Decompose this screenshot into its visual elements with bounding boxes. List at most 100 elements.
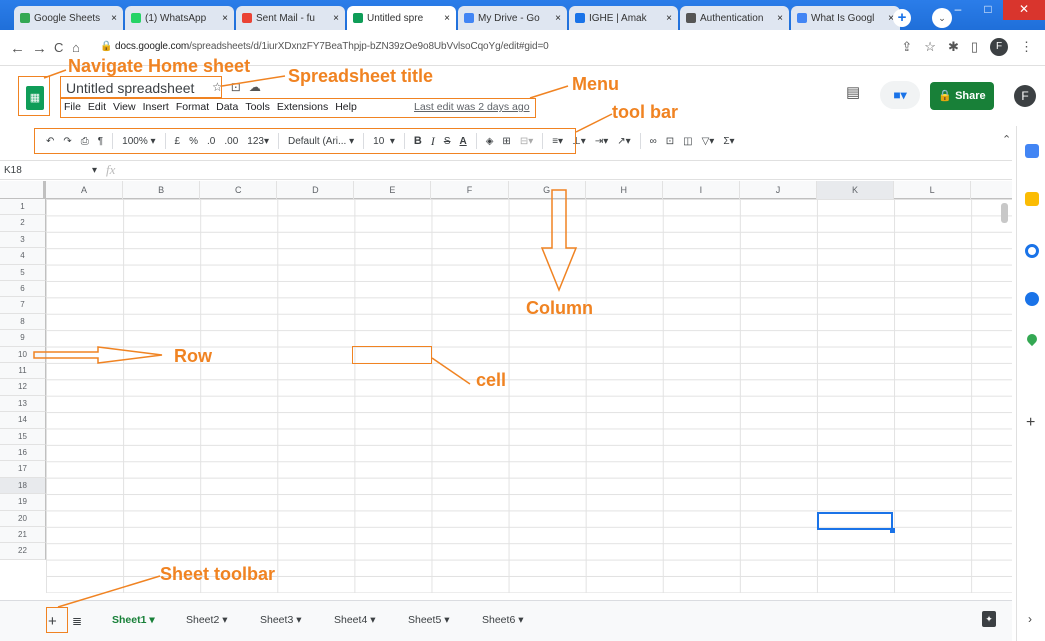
row-header-12[interactable]: 12 xyxy=(0,379,46,396)
row-header-21[interactable]: 21 xyxy=(0,527,46,544)
tab-close-icon[interactable]: × xyxy=(444,13,450,24)
select-all-corner[interactable] xyxy=(0,181,46,199)
tab-close-icon[interactable]: × xyxy=(222,13,228,24)
row-header-2[interactable]: 2 xyxy=(0,215,46,232)
move-folder-icon[interactable]: ⊡ xyxy=(231,80,241,94)
column-header-i[interactable]: I xyxy=(663,181,740,199)
home-icon[interactable]: ⌂ xyxy=(72,40,80,55)
sheet-tab-sheet4[interactable]: Sheet4 ▾ xyxy=(334,614,375,626)
row-header-10[interactable]: 10 xyxy=(0,346,46,363)
maps-icon[interactable] xyxy=(1024,331,1040,347)
row-header-4[interactable]: 4 xyxy=(0,248,46,265)
row-header-18[interactable]: 18 xyxy=(0,477,46,495)
column-header-l[interactable]: L xyxy=(894,181,972,199)
row-header-22[interactable]: 22 xyxy=(0,543,46,560)
row-header-5[interactable]: 5 xyxy=(0,264,46,281)
functions-icon[interactable]: Σ▾ xyxy=(723,136,734,147)
collapse-toolbar-icon[interactable]: ⌃ xyxy=(1002,133,1011,146)
contacts-icon[interactable] xyxy=(1025,292,1039,306)
fill-handle[interactable] xyxy=(890,528,895,533)
keep-icon[interactable] xyxy=(1025,192,1039,206)
row-header-16[interactable]: 16 xyxy=(0,445,46,462)
insert-comment-icon[interactable]: ⊡ xyxy=(666,136,674,147)
tab-close-icon[interactable]: × xyxy=(555,13,561,24)
extensions-icon[interactable]: ✱ xyxy=(948,39,959,55)
new-tab-button[interactable]: + xyxy=(893,9,911,27)
maximize-button[interactable]: □ xyxy=(973,0,1003,20)
row-header-7[interactable]: 7 xyxy=(0,297,46,314)
share-page-icon[interactable]: ⇪ xyxy=(901,39,912,55)
row-header-3[interactable]: 3 xyxy=(0,231,46,249)
sheet-tab-sheet1[interactable]: Sheet1 ▾ xyxy=(104,602,163,641)
text-wrapping-icon[interactable]: ⇥▾ xyxy=(595,136,608,147)
browser-tab[interactable]: Untitled spre × xyxy=(347,6,456,30)
row-header-17[interactable]: 17 xyxy=(0,461,46,478)
browser-tab[interactable]: What Is Googl × xyxy=(791,6,900,30)
browser-tab[interactable]: Authentication × xyxy=(680,6,789,30)
column-header-e[interactable]: E xyxy=(354,181,432,199)
row-header-11[interactable]: 11 xyxy=(0,363,46,380)
row-header-8[interactable]: 8 xyxy=(0,313,46,331)
column-header-g[interactable]: G xyxy=(509,181,586,199)
reload-icon[interactable]: C xyxy=(54,40,63,55)
forward-icon[interactable]: → xyxy=(32,40,47,57)
column-header-f[interactable]: F xyxy=(432,181,509,199)
tab-close-icon[interactable]: × xyxy=(777,13,783,24)
all-sheets-icon[interactable]: ≣ xyxy=(72,614,82,628)
column-header-c[interactable]: C xyxy=(200,181,278,199)
get-addons-icon[interactable]: + xyxy=(1026,414,1035,432)
column-header-d[interactable]: D xyxy=(277,181,355,199)
column-header-b[interactable]: B xyxy=(123,181,201,199)
browser-tab[interactable]: (1) WhatsApp × xyxy=(125,6,234,30)
browser-actions: ⇪ ☆ ✱ ▯ F ⋮ xyxy=(901,38,1033,56)
row-header-9[interactable]: 9 xyxy=(0,330,46,347)
back-icon[interactable]: ← xyxy=(10,40,25,57)
browser-profile-avatar[interactable]: F xyxy=(990,38,1008,56)
calendar-icon[interactable] xyxy=(1025,144,1039,158)
column-header-h[interactable]: H xyxy=(586,181,663,199)
row-header-13[interactable]: 13 xyxy=(0,395,46,413)
tab-close-icon[interactable]: × xyxy=(333,13,339,24)
row-header-14[interactable]: 14 xyxy=(0,412,46,429)
account-avatar[interactable]: F xyxy=(1014,85,1036,107)
close-window-button[interactable]: ✕ xyxy=(1003,0,1045,20)
sheet-tab-sheet6[interactable]: Sheet6 ▾ xyxy=(482,614,523,626)
column-header-j[interactable]: J xyxy=(740,181,817,199)
text-rotation-icon[interactable]: ↗▾ xyxy=(617,136,630,147)
browser-menu-icon[interactable]: ⋮ xyxy=(1020,39,1033,55)
meet-button[interactable]: ■▾ xyxy=(880,81,920,109)
url-field[interactable]: 🔒 docs.google.com/spreadsheets/d/1iurXDx… xyxy=(100,41,549,52)
sheet-tab-sheet2[interactable]: Sheet2 ▾ xyxy=(186,614,227,626)
browser-tab[interactable]: My Drive - Go × xyxy=(458,6,567,30)
tasks-icon[interactable] xyxy=(1025,244,1039,258)
row-header-6[interactable]: 6 xyxy=(0,281,46,298)
sheet-tab-sheet5[interactable]: Sheet5 ▾ xyxy=(408,614,449,626)
browser-tab[interactable]: Google Sheets × xyxy=(14,6,123,30)
name-box[interactable]: K18 ▾ xyxy=(4,165,97,176)
insert-chart-icon[interactable]: ◫ xyxy=(683,136,692,147)
column-header-a[interactable]: A xyxy=(46,181,124,199)
tab-close-icon[interactable]: × xyxy=(666,13,672,24)
comment-history-icon[interactable]: ▤ xyxy=(846,83,860,101)
row-header-1[interactable]: 1 xyxy=(0,199,46,216)
cloud-status-icon[interactable]: ☁ xyxy=(249,80,261,94)
browser-tab[interactable]: IGHE | Amak × xyxy=(569,6,678,30)
tab-close-icon[interactable]: × xyxy=(111,13,117,24)
row-header-19[interactable]: 19 xyxy=(0,494,46,511)
sidepanel-icon[interactable]: ▯ xyxy=(971,39,978,55)
insert-link-icon[interactable]: ∞ xyxy=(650,136,657,147)
row-header-15[interactable]: 15 xyxy=(0,428,46,445)
explore-icon[interactable]: ✦ xyxy=(982,611,996,627)
active-cell-k18[interactable] xyxy=(817,512,893,530)
vertical-scrollbar[interactable] xyxy=(1001,203,1008,223)
filter-icon[interactable]: ▽▾ xyxy=(702,136,715,147)
column-header-k[interactable]: K xyxy=(817,181,895,199)
cells-area[interactable] xyxy=(46,199,1012,593)
sheet-tab-sheet3[interactable]: Sheet3 ▾ xyxy=(260,614,301,626)
bookmark-star-icon[interactable]: ☆ xyxy=(924,39,936,55)
share-button[interactable]: 🔒 Share xyxy=(930,82,994,110)
row-header-20[interactable]: 20 xyxy=(0,510,46,527)
minimize-button[interactable]: – xyxy=(943,0,973,20)
show-side-panel-icon[interactable]: › xyxy=(1028,612,1032,626)
browser-tab[interactable]: Sent Mail - fu × xyxy=(236,6,345,30)
